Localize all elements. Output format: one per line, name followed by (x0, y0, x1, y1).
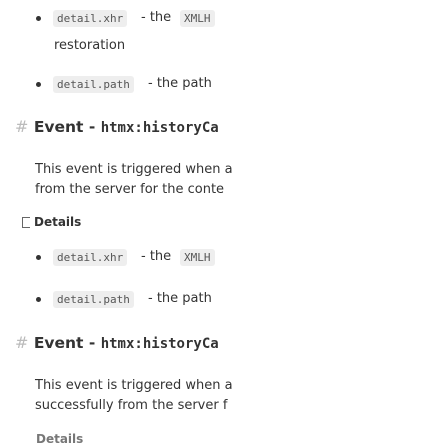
anchor-hash-link[interactable]: # (15, 333, 28, 352)
event-heading: # Event - htmx:historyCa (15, 333, 219, 352)
event-description: This event is triggered when a successfu… (35, 376, 233, 416)
list-bullet (36, 82, 41, 87)
event-heading-label: Event - (33, 334, 96, 352)
item-separator: - the path (148, 76, 212, 91)
code-detail-xhr: detail.xhr (53, 249, 128, 266)
anchor-hash-link[interactable]: # (15, 117, 28, 136)
description-line: successfully from the server f (35, 398, 228, 413)
item-separator: - the (141, 249, 172, 264)
event-heading-label: Event - (33, 118, 96, 136)
code-xmlhttprequest: XMLH (180, 10, 215, 27)
details-label: Details (36, 432, 84, 446)
description-line: This event is triggered when a (35, 378, 233, 393)
item-separator: - the path (148, 291, 212, 306)
description-line: from the server for the conte (35, 182, 225, 197)
event-heading: # Event - htmx:historyCa (15, 117, 219, 136)
event-description: This event is triggered when a from the … (35, 160, 233, 200)
item-separator: - the (141, 10, 172, 25)
event-heading-code: htmx:historyCa (100, 336, 219, 352)
code-xmlhttprequest: XMLH (180, 249, 215, 266)
event-heading-code: htmx:historyCa (100, 120, 219, 136)
code-detail-path: detail.path (53, 291, 134, 308)
code-detail-path: detail.path (53, 76, 134, 93)
description-line: This event is triggered when a (35, 162, 233, 177)
list-bullet (36, 255, 41, 260)
details-label: Details (34, 215, 82, 229)
list-bullet (36, 297, 41, 302)
details-bracket-icon (22, 217, 30, 228)
list-bullet (36, 16, 41, 21)
code-detail-xhr: detail.xhr (53, 10, 128, 27)
item-continuation: restoration (54, 38, 126, 53)
